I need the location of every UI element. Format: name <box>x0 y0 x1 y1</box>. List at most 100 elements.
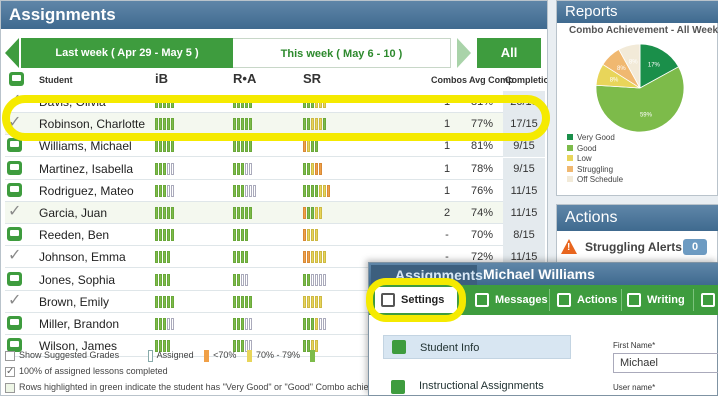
header-student[interactable]: Student <box>39 75 73 85</box>
table-row[interactable]: Rodriguez, Mateo 1 76% 11/15 <box>5 179 545 202</box>
message-icon[interactable] <box>7 138 22 153</box>
tab-settings[interactable]: Settings <box>375 287 457 313</box>
pie-slice-label: 59% <box>640 113 653 119</box>
table-row[interactable]: Williams, Michael 1 81% 9/15 <box>5 135 545 158</box>
student-name[interactable]: Davis, Olivia <box>39 95 106 109</box>
ra-progress-bars[interactable] <box>233 184 256 197</box>
message-icon[interactable] <box>7 227 22 242</box>
message-icon[interactable] <box>7 271 22 286</box>
ra-progress-bars[interactable] <box>233 251 248 264</box>
legend-item: Low <box>567 154 592 163</box>
ib-progress-bars[interactable] <box>155 184 174 197</box>
ib-progress-bars[interactable] <box>155 96 174 108</box>
ib-progress-bars[interactable] <box>155 229 174 242</box>
struggling-alerts-row[interactable]: ! Struggling Alerts 0 <box>557 235 718 259</box>
table-row[interactable]: ✓ Davis, Olivia 1 81% 20/15 <box>5 91 545 113</box>
ib-progress-bars[interactable] <box>155 207 174 219</box>
sr-progress-bars[interactable] <box>303 207 322 219</box>
ib-progress-bars[interactable] <box>155 140 174 153</box>
ra-progress-bars[interactable] <box>233 140 252 153</box>
message-icon[interactable] <box>7 316 22 330</box>
legend-swatch <box>567 134 573 140</box>
sr-progress-bars[interactable] <box>303 273 326 286</box>
ra-progress-bars[interactable] <box>233 162 252 175</box>
table-row[interactable]: ✓ Robinson, Charlotte 1 77% 17/15 <box>5 113 545 136</box>
prev-week-arrow-icon[interactable] <box>5 38 19 68</box>
ib-progress-bars[interactable] <box>155 295 174 308</box>
pie-slice-label: 8% <box>617 66 626 72</box>
table-row[interactable]: ✓ Garcia, Juan 2 74% 11/15 <box>5 202 545 224</box>
gear-icon <box>381 293 395 308</box>
last-week-tab[interactable]: Last week ( Apr 29 - May 5 ) <box>21 38 233 68</box>
tab-more[interactable] <box>701 287 718 313</box>
ib-progress-bars[interactable] <box>155 273 170 286</box>
checkmark-icon: ✓ <box>8 114 22 132</box>
combo-pie-chart[interactable]: 17%59%8%8%8% <box>595 43 685 133</box>
ib-progress-bars[interactable] <box>155 162 174 175</box>
student-name[interactable]: Williams, Michael <box>39 139 132 153</box>
ra-progress-bars[interactable] <box>233 273 248 286</box>
message-icon[interactable] <box>9 72 24 86</box>
assignments-title: Assignments <box>1 1 547 29</box>
student-name[interactable]: Jones, Sophia <box>39 273 115 287</box>
ib-progress-bars[interactable] <box>155 251 170 264</box>
avg-comp-value: 78% <box>471 162 494 175</box>
reports-title: Reports <box>557 1 718 23</box>
sr-progress-bars[interactable] <box>303 251 326 264</box>
sidebar-item-instructional-assignments[interactable]: Instructional Assignments <box>383 376 571 396</box>
student-name[interactable]: Martinez, Isabella <box>39 162 133 176</box>
ra-progress-bars[interactable] <box>233 295 252 308</box>
sr-progress-bars[interactable] <box>303 184 330 197</box>
header-combos[interactable]: Combos <box>431 75 467 85</box>
tab-messages[interactable]: Messages <box>475 287 548 313</box>
sidebar-item-student-info[interactable]: Student Info <box>383 335 571 359</box>
tab-actions[interactable]: Actions <box>557 287 617 313</box>
message-icon[interactable] <box>7 182 22 197</box>
table-row[interactable]: Martinez, Isabella 1 78% 9/15 <box>5 157 545 180</box>
legend-swatch <box>567 144 573 151</box>
sr-progress-bars[interactable] <box>303 318 326 330</box>
student-name[interactable]: Robinson, Charlotte <box>39 117 145 131</box>
ra-progress-bars[interactable] <box>233 96 252 108</box>
sr-progress-bars[interactable] <box>303 162 322 175</box>
pencil-icon <box>627 293 641 308</box>
instructional-assignments-label: Instructional Assignments <box>419 380 544 392</box>
ra-progress-bars[interactable] <box>233 118 252 131</box>
all-weeks-tab[interactable]: All <box>477 38 541 68</box>
student-name[interactable]: Reeden, Ben <box>39 228 109 242</box>
student-name[interactable]: Miller, Brandon <box>39 317 119 331</box>
tab-assignments[interactable]: Assignments <box>371 265 483 285</box>
student-info-label: Student Info <box>420 342 480 354</box>
combos-value: 1 <box>443 162 451 175</box>
tab-writing[interactable]: Writing <box>627 287 685 313</box>
sr-progress-bars[interactable] <box>303 229 318 242</box>
tab-settings-label: Settings <box>401 294 445 306</box>
message-icon[interactable] <box>7 160 22 175</box>
student-name[interactable]: Brown, Emily <box>39 295 109 309</box>
reports-subtitle: Combo Achievement - All Weeks <box>569 25 718 36</box>
completion-value: 11/15 <box>503 179 545 202</box>
sr-progress-bars[interactable] <box>303 96 326 108</box>
legend-item: Good <box>567 144 597 153</box>
next-week-arrow-icon[interactable] <box>457 38 471 68</box>
sr-progress-bars[interactable] <box>303 295 322 308</box>
first-name-field[interactable]: Michael <box>613 353 718 373</box>
suggested-grades-checkbox[interactable] <box>5 350 15 361</box>
legend-item: Very Good <box>567 133 615 142</box>
sr-progress-bars[interactable] <box>303 140 318 153</box>
ra-progress-bars[interactable] <box>233 229 248 242</box>
header-completion[interactable]: Completion <box>505 75 547 85</box>
student-name[interactable]: Garcia, Juan <box>39 206 107 220</box>
student-name[interactable]: Johnson, Emma <box>39 250 126 264</box>
sr-progress-bars[interactable] <box>303 118 326 131</box>
this-week-tab[interactable]: This week ( May 6 - 10 ) <box>233 38 451 68</box>
ib-progress-bars[interactable] <box>155 318 174 330</box>
legend-swatch <box>567 176 573 182</box>
ra-progress-bars[interactable] <box>233 318 252 330</box>
assigned-label: Assigned <box>156 350 194 360</box>
table-row[interactable]: Reeden, Ben - 70% 8/15 <box>5 224 545 247</box>
legend-label: Struggling <box>577 164 614 174</box>
ib-progress-bars[interactable] <box>155 118 174 131</box>
student-name[interactable]: Rodriguez, Mateo <box>39 184 134 198</box>
ra-progress-bars[interactable] <box>233 207 252 219</box>
